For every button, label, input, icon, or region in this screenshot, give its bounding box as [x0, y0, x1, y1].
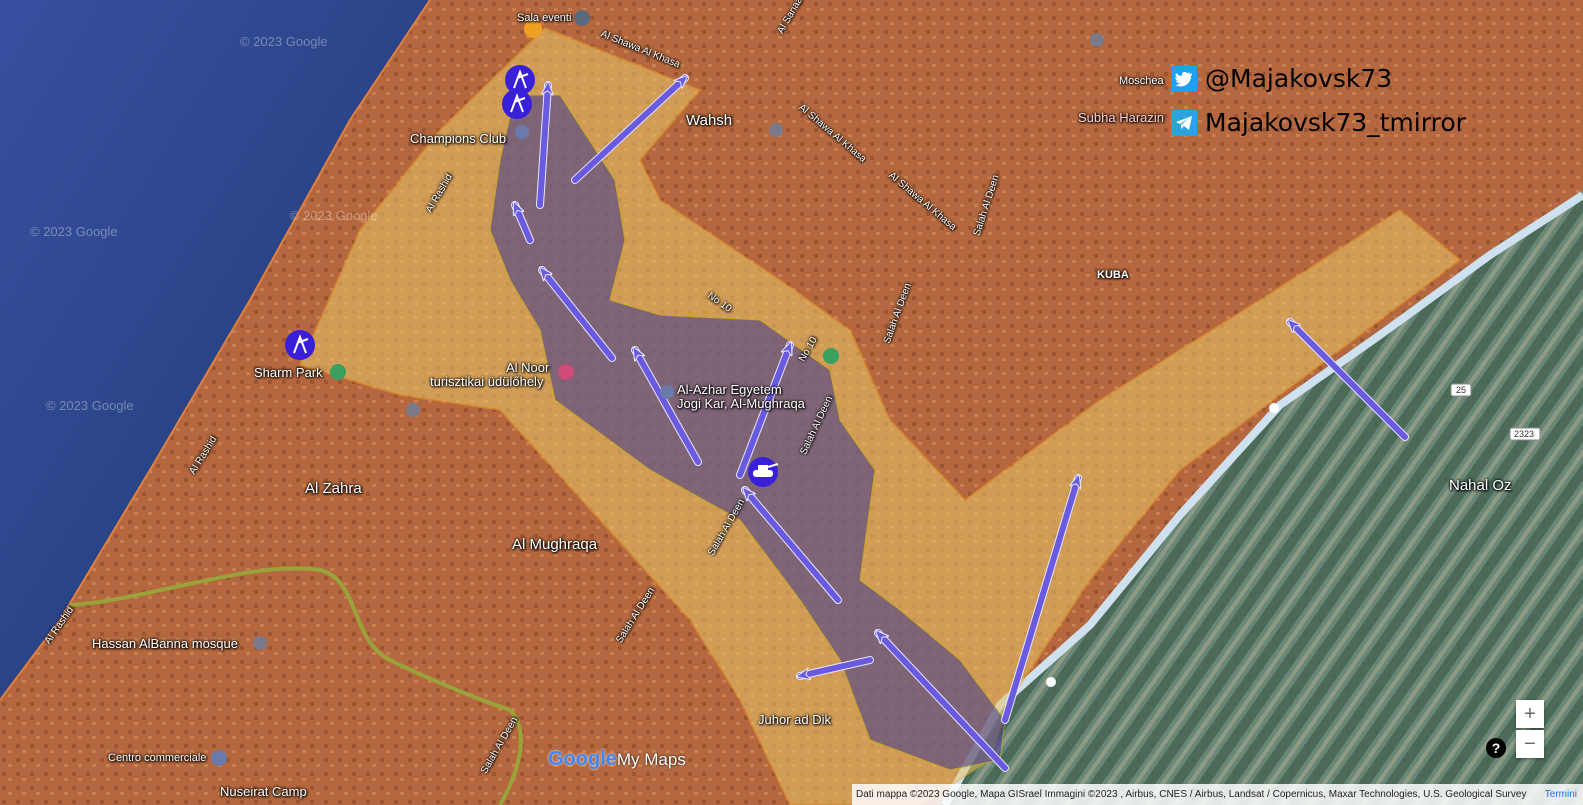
school-pin[interactable]: [406, 403, 420, 417]
sala-eventi-pin[interactable]: [574, 10, 590, 26]
place-label: Al Noor: [506, 360, 550, 375]
telegram-handle: Majakovsk73_tmirror: [1171, 108, 1466, 137]
champions-club-pin[interactable]: [515, 125, 529, 139]
sharm-park-pin[interactable]: [330, 364, 346, 380]
shop-pin[interactable]: [211, 750, 227, 766]
infantry-marker[interactable]: [502, 89, 532, 119]
place-label: Juhor ad Dik: [758, 712, 831, 727]
google-wordmark: Google: [548, 748, 617, 770]
mosque-pin[interactable]: [253, 636, 267, 650]
mosque-pin[interactable]: [1090, 33, 1104, 47]
place-label: turisztikai üdülőhely: [430, 374, 544, 389]
terms-link[interactable]: Termini: [1545, 784, 1577, 805]
zoom-in-button[interactable]: +: [1516, 700, 1544, 728]
help-icon[interactable]: ?: [1486, 738, 1506, 758]
place-label: Sala eventi: [517, 12, 572, 24]
school-pin[interactable]: [769, 123, 783, 137]
twitter-handle-text: @Majakovsk73: [1205, 64, 1393, 93]
place-label: Jogi Kar, Al-Mughraqa: [677, 396, 805, 411]
telegram-plane-icon: [1171, 109, 1197, 136]
my-maps-wordmark: My Maps: [616, 750, 686, 769]
place-label: Champions Club: [410, 131, 507, 146]
border-node: [1046, 677, 1056, 687]
twitter-bird-icon: [1171, 65, 1197, 92]
tank-marker[interactable]: [748, 457, 779, 487]
place-label: Sharm Park: [254, 365, 323, 380]
zoom-out-button[interactable]: −: [1516, 730, 1544, 758]
park-pin[interactable]: [823, 348, 839, 364]
place-label: Centro commerciale: [108, 752, 207, 764]
place-label: Nuseirat Camp: [220, 784, 307, 799]
watermark: © 2023 Google: [46, 398, 134, 413]
watermark: © 2023 Google: [240, 34, 328, 49]
road-label: 25: [1456, 385, 1467, 395]
place-label: Al-Azhar Egyetem: [677, 382, 782, 397]
border-node: [1269, 403, 1279, 413]
map-attribution: Dati mappa ©2023 Google, Mapa GISrael Im…: [852, 784, 1583, 805]
twitter-handle: @Majakovsk73: [1171, 64, 1392, 93]
al-noor-pin[interactable]: [558, 364, 574, 380]
road-label: 2323: [1514, 429, 1535, 439]
attribution-text: Dati mappa ©2023 Google, Mapa GISrael Im…: [856, 789, 1527, 800]
google-my-maps-logo: GoogleMy Maps: [548, 748, 686, 771]
watermark: © 2023 Google: [30, 224, 118, 239]
place-label: KUBA: [1097, 269, 1129, 281]
place-label: Al Mughraqa: [512, 536, 598, 553]
place-label: Moschea: [1119, 75, 1164, 87]
watermark: © 2023 Google: [290, 208, 378, 223]
infantry-marker[interactable]: [285, 330, 315, 360]
place-label: Al Zahra: [305, 480, 362, 497]
place-label: Hassan AlBanna mosque: [92, 636, 238, 651]
telegram-handle-text: Majakovsk73_tmirror: [1205, 108, 1466, 137]
al-azhar-pin[interactable]: [660, 385, 674, 399]
place-label: Nahal Oz: [1449, 477, 1512, 494]
place-label: Wahsh: [686, 112, 733, 129]
place-label: Subha Harazin: [1078, 110, 1164, 125]
